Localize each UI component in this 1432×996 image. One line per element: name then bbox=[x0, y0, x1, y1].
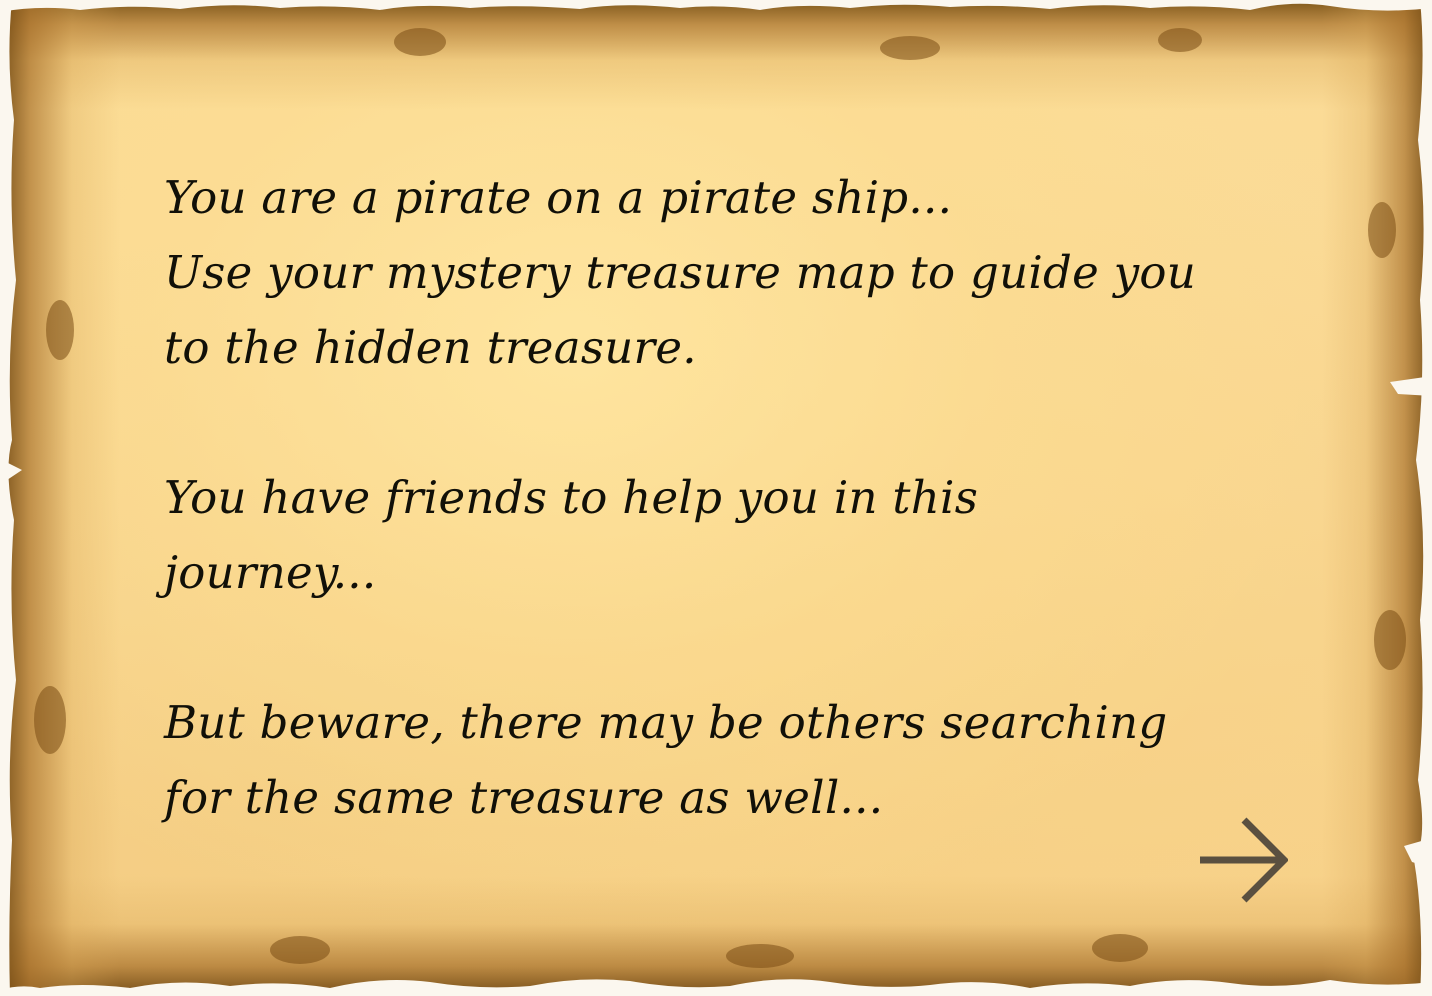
story-line: to the hidden treasure. bbox=[164, 321, 697, 374]
burnt-edge-top bbox=[0, 0, 1432, 110]
story-line: for the same treasure as well... bbox=[164, 771, 884, 824]
burnt-edge-left bbox=[0, 0, 120, 996]
story-line: But beware, there may be others searchin… bbox=[164, 696, 1168, 749]
parchment-background: You are a pirate on a pirate ship... Use… bbox=[0, 0, 1432, 996]
story-line: Use your mystery treasure map to guide y… bbox=[164, 246, 1197, 299]
story-line: You have friends to help you in this bbox=[164, 471, 979, 524]
story-line: journey... bbox=[164, 546, 377, 599]
burnt-edge-right bbox=[1322, 0, 1432, 996]
arrow-right-icon bbox=[1200, 817, 1288, 903]
story-text: You are a pirate on a pirate ship... Use… bbox=[164, 160, 1214, 835]
next-page-button[interactable] bbox=[1196, 814, 1288, 906]
story-line: You are a pirate on a pirate ship... bbox=[164, 171, 953, 224]
